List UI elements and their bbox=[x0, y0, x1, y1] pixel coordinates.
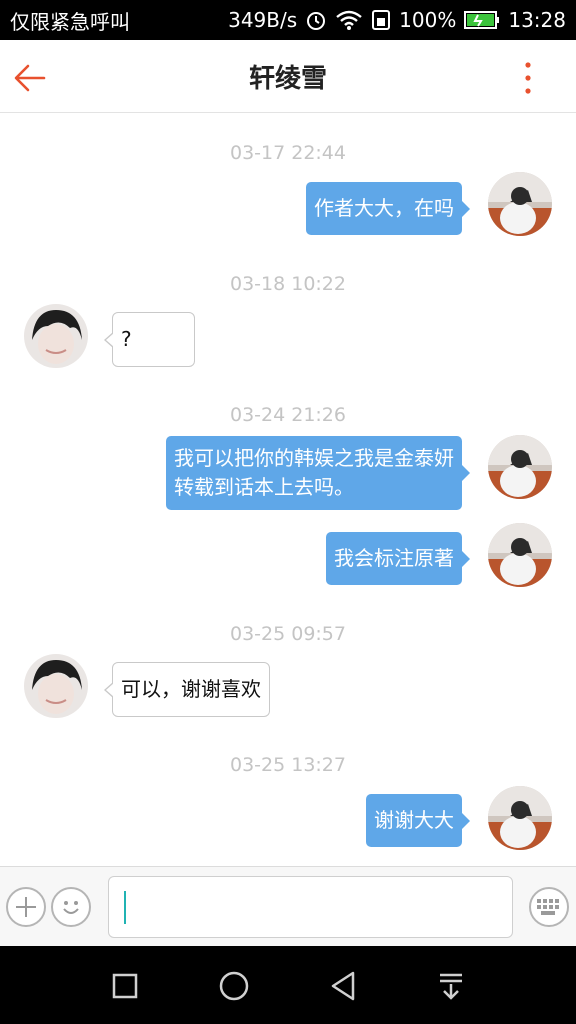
message-text: 可以，谢谢喜欢 bbox=[121, 677, 261, 701]
battery-icon bbox=[464, 10, 500, 30]
notification-pulldown-button[interactable] bbox=[431, 966, 471, 1006]
message-bubble-outgoing[interactable]: 我可以把你的韩娱之我是金泰妍 转载到话本上去吗。 bbox=[166, 436, 470, 510]
text-cursor bbox=[124, 891, 126, 924]
message-text: 我会标注原著 bbox=[334, 546, 454, 570]
avatar-self[interactable] bbox=[488, 435, 552, 499]
back-button[interactable] bbox=[10, 58, 50, 98]
clock: 13:28 bbox=[508, 8, 566, 32]
message-bubble-outgoing[interactable]: 谢谢大大 bbox=[366, 794, 470, 847]
circle-icon bbox=[219, 971, 249, 1001]
timestamp: 03-18 10:22 bbox=[229, 273, 346, 295]
avatar-contact[interactable] bbox=[24, 654, 88, 718]
message-text-line: 转载到话本上去吗。 bbox=[174, 475, 354, 499]
timestamp: 03-25 13:27 bbox=[229, 754, 346, 776]
message-text: 谢谢大大 bbox=[374, 808, 454, 832]
message-bubble-outgoing[interactable]: 作者大大，在吗 bbox=[306, 182, 470, 235]
alarm-icon bbox=[305, 9, 327, 31]
arrow-left-icon bbox=[14, 64, 46, 92]
status-bar: 仅限紧急呼叫 349B/s 100% 13:28 bbox=[0, 0, 576, 40]
home-button[interactable] bbox=[214, 966, 254, 1006]
battery-percent: 100% bbox=[399, 8, 457, 32]
keyboard-toggle-button[interactable] bbox=[529, 887, 569, 927]
more-menu-button[interactable] bbox=[510, 58, 546, 98]
message-input[interactable] bbox=[108, 876, 513, 938]
more-vertical-icon bbox=[525, 62, 531, 94]
message-input-bar bbox=[0, 866, 576, 946]
back-nav-button[interactable] bbox=[323, 966, 363, 1006]
triangle-back-icon bbox=[331, 971, 355, 1001]
message-text-line: 我可以把你的韩娱之我是金泰妍 bbox=[174, 446, 454, 470]
message-bubble-outgoing[interactable]: 我会标注原著 bbox=[326, 532, 470, 585]
avatar-self[interactable] bbox=[488, 523, 552, 587]
chat-header: 轩绫雪 bbox=[0, 40, 576, 113]
message-list: 03-17 22:44 作者大大，在吗 03-18 10:22 ? 03-24 … bbox=[0, 114, 576, 866]
message-bubble-incoming[interactable]: 可以，谢谢喜欢 bbox=[104, 662, 270, 717]
avatar-contact[interactable] bbox=[24, 304, 88, 368]
timestamp: 03-24 21:26 bbox=[229, 404, 346, 426]
avatar-self[interactable] bbox=[488, 786, 552, 850]
plus-circle-icon bbox=[16, 897, 36, 917]
message-text: ? bbox=[121, 327, 132, 351]
sim-icon bbox=[371, 9, 391, 31]
smiley-icon bbox=[63, 901, 79, 914]
add-attachment-button[interactable] bbox=[6, 887, 46, 927]
recent-apps-button[interactable] bbox=[105, 966, 145, 1006]
avatar-self[interactable] bbox=[488, 172, 552, 236]
page-title: 轩绫雪 bbox=[248, 63, 327, 94]
system-navigation-bar bbox=[0, 946, 576, 1024]
wifi-icon bbox=[335, 9, 363, 31]
square-icon bbox=[112, 973, 138, 999]
emoji-button[interactable] bbox=[51, 887, 91, 927]
keyboard-icon bbox=[537, 899, 559, 915]
message-text: 作者大大，在吗 bbox=[314, 196, 454, 220]
carrier-text: 仅限紧急呼叫 bbox=[10, 9, 130, 34]
timestamp: 03-17 22:44 bbox=[229, 142, 346, 164]
pulldown-icon bbox=[440, 973, 462, 1000]
network-speed: 349B/s bbox=[228, 8, 298, 32]
message-bubble-incoming[interactable]: ? bbox=[104, 312, 195, 367]
timestamp: 03-25 09:57 bbox=[229, 623, 346, 645]
